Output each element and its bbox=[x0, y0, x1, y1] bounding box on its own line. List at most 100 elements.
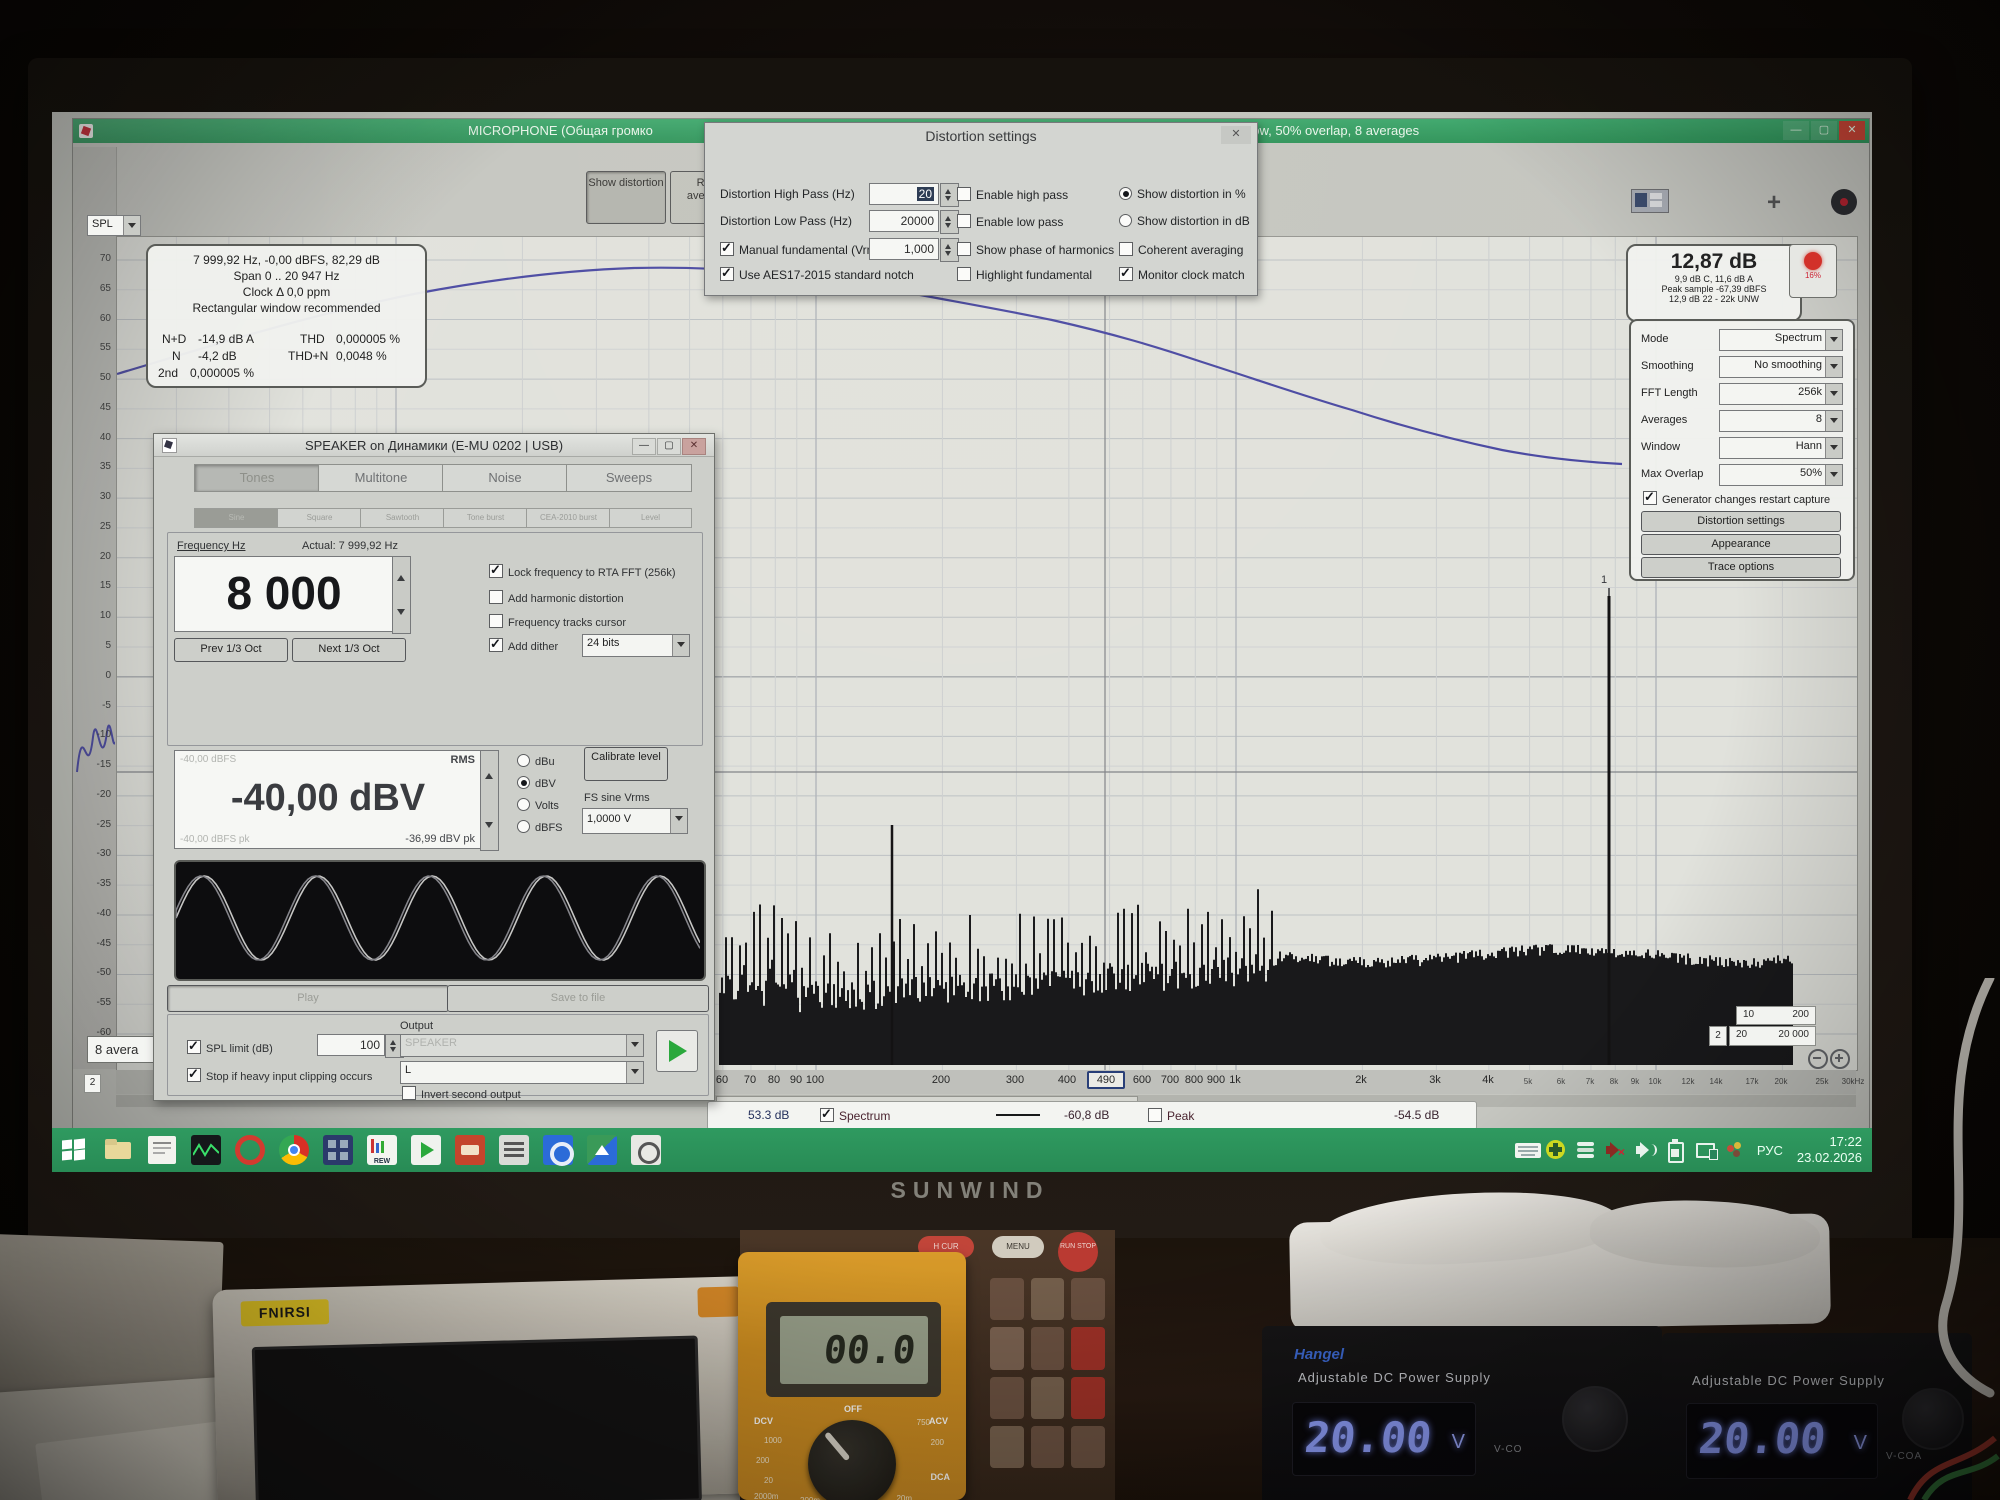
taskbar-icon-editor[interactable] bbox=[145, 1133, 179, 1167]
monitor-clock-checkbox[interactable]: Monitor clock match bbox=[1119, 267, 1245, 282]
level-spinner[interactable] bbox=[480, 750, 499, 851]
dialog-close-icon[interactable]: ✕ bbox=[1221, 126, 1251, 144]
tab-tones[interactable]: Tones bbox=[194, 464, 320, 492]
manual-fundamental-field[interactable]: 1,000 bbox=[869, 238, 939, 260]
fs-sine-select[interactable]: 1,0000 V bbox=[582, 808, 688, 834]
spl-limit-field[interactable]: 100 bbox=[317, 1034, 385, 1056]
subtab-square[interactable]: Square bbox=[277, 508, 362, 528]
restart-capture-checkbox[interactable]: Generator changes restart capture bbox=[1643, 491, 1830, 506]
tray-icon-layers[interactable] bbox=[1575, 1139, 1597, 1161]
aes17-checkbox[interactable]: Use AES17-2015 standard notch bbox=[720, 267, 914, 282]
minimize-button[interactable]: — bbox=[1783, 121, 1809, 140]
tab-sweeps[interactable]: Sweeps bbox=[566, 464, 692, 492]
tray-icon-volume[interactable] bbox=[1635, 1139, 1657, 1161]
peak-toggle[interactable]: Peak bbox=[1148, 1108, 1194, 1123]
subtab-sine[interactable]: Sine bbox=[194, 508, 279, 528]
output-device-select[interactable]: SPEAKER bbox=[400, 1034, 644, 1057]
frequency-input[interactable]: 8 000 bbox=[174, 556, 394, 632]
smoothing-select[interactable]: No smoothing bbox=[1719, 356, 1843, 378]
pan-move-icon[interactable]: + bbox=[1761, 191, 1787, 217]
lock-frequency-checkbox[interactable]: Lock frequency to RTA FFT (256k) bbox=[489, 564, 676, 579]
mode-select[interactable]: Spectrum bbox=[1719, 329, 1843, 351]
generator-maximize-button[interactable]: ▢ bbox=[657, 438, 681, 455]
save-to-file-button[interactable]: Save to file bbox=[447, 985, 709, 1012]
generator-close-button[interactable]: ✕ bbox=[682, 438, 706, 455]
tray-icon-volume-muted[interactable]: × bbox=[1605, 1139, 1627, 1161]
frequency-spinner[interactable] bbox=[392, 556, 411, 634]
output-channel-select[interactable]: L bbox=[400, 1061, 644, 1084]
play-button[interactable]: Play bbox=[167, 985, 449, 1012]
taskbar-icon-player[interactable] bbox=[409, 1133, 443, 1167]
show-phase-checkbox[interactable]: Show phase of harmonics bbox=[957, 242, 1114, 257]
prev-third-oct-button[interactable]: Prev 1/3 Oct bbox=[174, 638, 288, 662]
menu-button[interactable]: MENU bbox=[992, 1236, 1044, 1258]
range-box-2[interactable]: 2020 000 bbox=[1729, 1026, 1816, 1046]
zoom-out-icon[interactable] bbox=[1808, 1049, 1828, 1069]
taskbar-icon-start[interactable] bbox=[57, 1133, 91, 1167]
unit-dbu-radio[interactable]: dBu bbox=[517, 754, 555, 768]
window-select[interactable]: Hann bbox=[1719, 437, 1843, 459]
spl-mode-select[interactable]: SPL bbox=[87, 215, 141, 236]
coherent-averaging-checkbox[interactable]: Coherent averaging bbox=[1119, 242, 1243, 257]
calibrate-level-button[interactable]: Calibrate level bbox=[584, 747, 668, 781]
taskbar-icon-kicad[interactable] bbox=[453, 1133, 487, 1167]
taskbar-icon-media[interactable] bbox=[629, 1133, 663, 1167]
taskbar-icon-settings[interactable] bbox=[541, 1133, 575, 1167]
tray-icon-network[interactable] bbox=[1695, 1139, 1717, 1161]
psu-knob[interactable] bbox=[1562, 1386, 1628, 1452]
taskbar-icon-gridapp[interactable] bbox=[321, 1133, 355, 1167]
generator-minimize-button[interactable]: — bbox=[632, 438, 656, 455]
averages-select[interactable]: 8 bbox=[1719, 410, 1843, 432]
distortion-db-radio[interactable]: Show distortion in dB bbox=[1119, 214, 1250, 228]
distortion-settings-button[interactable]: Distortion settings bbox=[1641, 511, 1841, 532]
max-overlap-select[interactable]: 50% bbox=[1719, 464, 1843, 486]
distortion-percent-radio[interactable]: Show distortion in % bbox=[1119, 187, 1246, 201]
trace-options-button[interactable]: Trace options bbox=[1641, 557, 1841, 578]
scroll-badge[interactable]: 2 bbox=[84, 1074, 101, 1093]
harmonic-distortion-checkbox[interactable]: Add harmonic distortion bbox=[489, 590, 624, 605]
tracks-cursor-checkbox[interactable]: Frequency tracks cursor bbox=[489, 614, 626, 629]
unit-dbv-radio[interactable]: dBV bbox=[517, 776, 556, 790]
zoom-in-icon[interactable] bbox=[1830, 1049, 1850, 1069]
low-pass-field[interactable]: 20000 bbox=[869, 210, 939, 232]
taskbar-icon-opera[interactable] bbox=[233, 1133, 267, 1167]
add-dither-checkbox[interactable]: Add dither bbox=[489, 638, 558, 653]
spectrum-toggle[interactable]: Spectrum bbox=[820, 1108, 890, 1123]
run-stop-button[interactable]: RUN STOP bbox=[1058, 1232, 1098, 1272]
tab-multitone[interactable]: Multitone bbox=[318, 464, 444, 492]
tray-icon-keyboard[interactable] bbox=[1515, 1139, 1537, 1161]
dither-bits-select[interactable]: 24 bits bbox=[582, 634, 690, 657]
level-input[interactable]: -40,00 dBFS RMS -40,00 dBV -40,00 dBFS p… bbox=[174, 750, 482, 849]
next-third-oct-button[interactable]: Next 1/3 Oct bbox=[292, 638, 406, 662]
taskbar-icon-rew[interactable]: REW bbox=[365, 1133, 399, 1167]
unit-volts-radio[interactable]: Volts bbox=[517, 798, 559, 812]
range-box-1[interactable]: 10200 bbox=[1736, 1006, 1816, 1025]
tab-noise[interactable]: Noise bbox=[442, 464, 568, 492]
range-tile[interactable]: 2 bbox=[1709, 1026, 1727, 1046]
taskbar-icon-scope[interactable] bbox=[189, 1133, 223, 1167]
subtab-cea-burst[interactable]: CEA-2010 burst bbox=[526, 508, 611, 528]
tray-icon-battery[interactable] bbox=[1665, 1139, 1687, 1161]
spl-limit-checkbox[interactable]: SPL limit (dB) bbox=[187, 1040, 273, 1055]
close-button[interactable]: ✕ bbox=[1839, 121, 1865, 140]
taskbar-icon-list[interactable] bbox=[497, 1133, 531, 1167]
taskbar-clock[interactable]: 17:22 23.02.2026 bbox=[1797, 1134, 1862, 1166]
manual-fundamental-checkbox[interactable]: Manual fundamental (Vrms) bbox=[720, 242, 887, 257]
taskbar-icon-chrome[interactable] bbox=[277, 1133, 311, 1167]
generator-play-button[interactable] bbox=[656, 1030, 698, 1072]
unit-dbfs-radio[interactable]: dBFS bbox=[517, 820, 563, 834]
maximize-button[interactable]: ▢ bbox=[1811, 121, 1837, 140]
layout-icon[interactable] bbox=[1631, 189, 1669, 213]
language-indicator[interactable]: РУС bbox=[1757, 1143, 1783, 1158]
tray-icon-antivirus[interactable] bbox=[1545, 1139, 1567, 1161]
rotary-knob[interactable] bbox=[808, 1420, 896, 1500]
enable-high-pass-checkbox[interactable]: Enable high pass bbox=[957, 187, 1068, 202]
generator-titlebar[interactable]: SPEAKER on Динамики (E-MU 0202 | USB) — … bbox=[154, 434, 714, 457]
taskbar-icon-viewer[interactable] bbox=[585, 1133, 619, 1167]
invert-output-checkbox[interactable]: Invert second output bbox=[402, 1086, 521, 1101]
subtab-level[interactable]: Level bbox=[609, 508, 692, 528]
tray-icon-colors[interactable] bbox=[1725, 1139, 1747, 1161]
fft-length-select[interactable]: 256k bbox=[1719, 383, 1843, 405]
appearance-button[interactable]: Appearance bbox=[1641, 534, 1841, 555]
subtab-sawtooth[interactable]: Sawtooth bbox=[360, 508, 445, 528]
